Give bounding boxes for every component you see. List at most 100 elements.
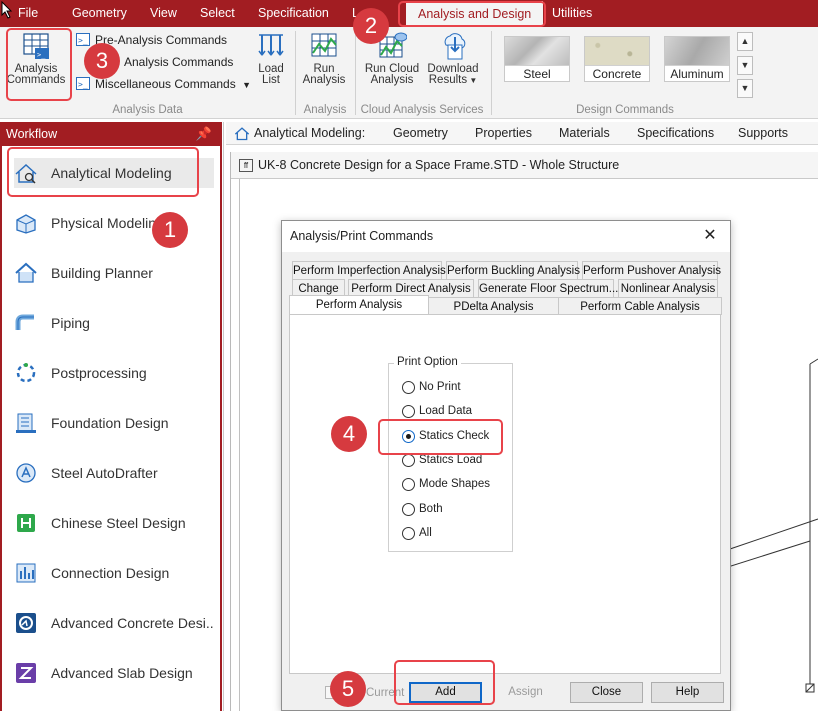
autodrafter-icon xyxy=(16,463,36,483)
concrete-texture xyxy=(585,37,649,65)
menu-view[interactable]: View xyxy=(150,0,177,27)
workflow-item-label: Building Planner xyxy=(51,265,153,281)
workflow-item-advanced-slab-design[interactable]: Advanced Slab Design xyxy=(14,658,214,688)
workflow-item-postprocessing[interactable]: Postprocessing xyxy=(14,358,214,388)
dropdown-arrow-icon: ▼ xyxy=(242,80,251,90)
tab-nonlinear-analysis[interactable]: Nonlinear Analysis xyxy=(618,279,718,297)
material-steel[interactable]: Steel xyxy=(504,36,570,82)
material-aluminum[interactable]: Aluminum xyxy=(664,36,730,82)
tab-generate-floor-spectrum[interactable]: Generate Floor Spectrum... xyxy=(478,279,618,297)
material-concrete-label: Concrete xyxy=(585,65,649,81)
misc-commands-label: Miscellaneous Commands xyxy=(95,77,236,91)
menu-file[interactable]: File xyxy=(18,0,38,27)
workflow-item-steel-autodrafter[interactable]: Steel AutoDrafter xyxy=(14,458,214,488)
gallery-up-icon[interactable]: ▲ xyxy=(737,32,753,51)
workflow-item-label: Steel AutoDrafter xyxy=(51,465,158,481)
workflow-item-foundation-design[interactable]: Foundation Design xyxy=(14,408,214,438)
connection-design-icon xyxy=(16,563,36,583)
close-icon[interactable]: ✕ xyxy=(700,226,720,246)
workflow-panel: Workflow 📌 Analytical Modeling Physical … xyxy=(0,122,224,711)
physical-modeling-icon xyxy=(16,214,36,234)
pipe-icon xyxy=(15,314,34,330)
radio-button[interactable] xyxy=(402,527,415,540)
highlight-add-button xyxy=(394,660,495,705)
tab-perform-cable-analysis[interactable]: Perform Cable Analysis xyxy=(558,297,722,315)
advanced-slab-icon xyxy=(16,663,36,683)
workflow-item-piping[interactable]: Piping xyxy=(14,308,214,338)
menu-specification[interactable]: Specification xyxy=(258,0,329,27)
material-aluminum-label: Aluminum xyxy=(665,65,729,81)
tab-pdelta-analysis[interactable]: PDelta Analysis xyxy=(428,297,559,315)
tab-supports[interactable]: Supports xyxy=(738,122,788,145)
workflow-item-label: Physical Modeling xyxy=(51,215,164,231)
radio-button[interactable] xyxy=(402,381,415,394)
tab-perform-pushover-analysis[interactable]: Perform Pushover Analysis xyxy=(582,261,721,279)
tab-perform-imperfection-analysis[interactable]: Perform Imperfection Analysis xyxy=(292,261,446,279)
group-label-design: Design Commands xyxy=(576,104,674,116)
highlight-analysis-and-design xyxy=(398,1,546,27)
tab-materials[interactable]: Materials xyxy=(559,122,610,145)
svg-text:>_: >_ xyxy=(78,36,88,45)
house-icon xyxy=(15,262,37,283)
print-option-label: Print Option xyxy=(394,355,461,369)
post-analysis-commands-button[interactable]: Analysis Commands xyxy=(124,52,233,72)
workflow-item-chinese-steel-design[interactable]: Chinese Steel Design xyxy=(14,508,214,538)
menu-select[interactable]: Select xyxy=(200,0,235,27)
run-analysis-icon xyxy=(311,33,337,57)
menu-utilities[interactable]: Utilities xyxy=(552,0,592,27)
tab-properties[interactable]: Properties xyxy=(475,122,532,145)
radio-button[interactable] xyxy=(402,405,415,418)
command-prompt-icon: >_ xyxy=(76,33,90,46)
svg-text:>_: >_ xyxy=(78,80,88,89)
tab-specifications[interactable]: Specifications xyxy=(637,122,714,145)
group-label-analysis: Analysis xyxy=(303,104,347,116)
ribbon: >_ Analysis Commands >_ Pre-Analysis Comm… xyxy=(0,27,818,119)
callout-badge-4: 4 xyxy=(331,416,367,452)
download-results-button[interactable]: Download Results ▼ xyxy=(424,31,482,86)
callout-badge-5: 5 xyxy=(330,671,366,707)
postprocessing-icon xyxy=(16,363,36,383)
post-analysis-label: Analysis Commands xyxy=(124,55,234,69)
highlight-analytical-modeling xyxy=(7,147,199,197)
workflow-item-building-planner[interactable]: Building Planner xyxy=(14,258,214,288)
workflow-title: Workflow xyxy=(6,127,58,141)
group-label-cloud: Cloud Analysis Services xyxy=(360,104,484,116)
load-list-button[interactable]: Load List xyxy=(252,31,290,86)
assign-button[interactable]: Assign xyxy=(489,682,562,703)
analysis-print-commands-dialog: Analysis/Print Commands ✕ Perform Imperf… xyxy=(281,220,731,711)
close-button[interactable]: Close xyxy=(570,682,643,703)
tab-perform-analysis[interactable]: Perform Analysis xyxy=(289,295,429,315)
help-button[interactable]: Help xyxy=(651,682,724,703)
radio-button[interactable] xyxy=(402,454,415,467)
gallery-more-icon[interactable]: ▼ xyxy=(737,79,753,98)
highlight-statics-check xyxy=(378,419,503,455)
radio-button[interactable] xyxy=(402,478,415,491)
workflow-item-label: Connection Design xyxy=(51,565,170,581)
workflow-border xyxy=(220,146,222,711)
load-list-icon xyxy=(258,34,284,56)
radio-button[interactable] xyxy=(402,503,415,516)
group-label-analysis-data: Analysis Data xyxy=(112,104,183,116)
radio-label: Load Data xyxy=(419,405,473,417)
foundation-icon xyxy=(16,413,36,433)
tab-perform-buckling-analysis[interactable]: Perform Buckling Analysis xyxy=(446,261,580,279)
document-title: UK-8 Concrete Design for a Space Frame.S… xyxy=(258,158,620,172)
menu-geometry[interactable]: Geometry xyxy=(72,0,127,27)
workflow-item-label: Piping xyxy=(51,315,90,331)
ribbon-separator xyxy=(295,31,296,115)
callout-badge-3: 3 xyxy=(84,43,120,79)
workflow-item-connection-design[interactable]: Connection Design xyxy=(14,558,214,588)
gallery-down-icon[interactable]: ▼ xyxy=(737,56,753,75)
workflow-item-advanced-concrete-design[interactable]: Advanced Concrete Desi... xyxy=(14,608,214,638)
workflow-item-label: Chinese Steel Design xyxy=(51,515,186,531)
tab-geometry[interactable]: Geometry xyxy=(393,122,448,145)
run-analysis-button[interactable]: Run Analysis xyxy=(301,31,347,86)
material-concrete[interactable]: Concrete xyxy=(584,36,650,82)
workflow-item-label: Advanced Slab Design xyxy=(51,665,193,681)
download-label-2: Results xyxy=(428,74,468,86)
highlight-analysis-commands xyxy=(6,28,72,101)
pin-icon[interactable]: 📌 xyxy=(196,122,212,146)
pre-analysis-label: Pre-Analysis Commands xyxy=(95,33,228,47)
radio-label: Both xyxy=(419,503,443,515)
ribbon-separator xyxy=(491,31,492,115)
